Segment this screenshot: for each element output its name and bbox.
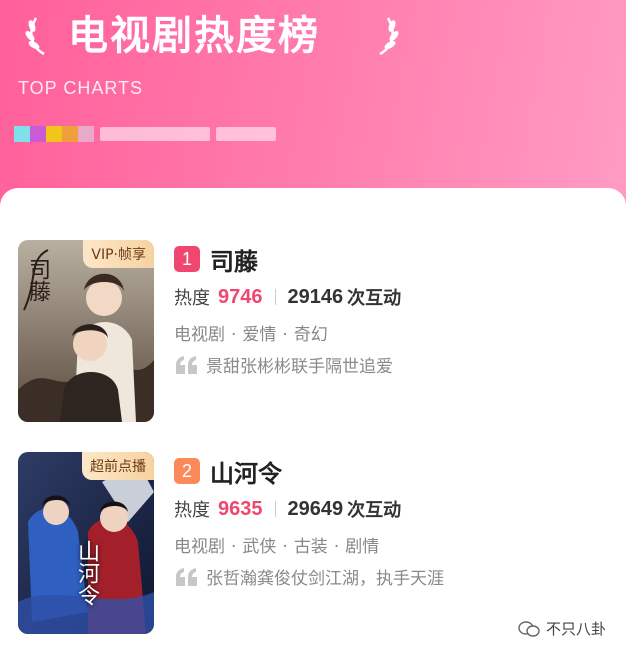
tag-separator: · xyxy=(231,325,237,345)
genre-tag: 武侠 xyxy=(242,537,277,557)
genre-tags: 电视剧 · 爱情 · 奇幻 xyxy=(174,320,328,345)
watermark: 不只八卦 xyxy=(518,618,606,639)
divider xyxy=(274,289,276,305)
ranking-list: 司藤 VIP·帧享 1 司藤 热度 9746 29146 次互动 电视剧 · 爱情 ·… xyxy=(0,188,626,657)
tag-separator: · xyxy=(282,325,288,345)
tag-separator: · xyxy=(333,537,340,557)
tag-separator: · xyxy=(282,537,288,557)
watermark-text: 不只八卦 xyxy=(545,620,606,638)
heat-value: 9635 xyxy=(218,497,263,520)
rank-badge: 2 xyxy=(174,458,200,484)
tagline-text: 张哲瀚龚俊仗剑江湖，执手天涯 xyxy=(206,569,444,589)
tagline-text: 景甜张彬彬联手隔世追爱 xyxy=(206,357,393,377)
interaction-count: 29146 xyxy=(287,285,344,308)
page-title: 电视剧热度榜 xyxy=(68,13,320,59)
list-item[interactable]: 山河令 超前点播 2 山河令 热度 9635 29649 次互动 电视剧 · 武侠 ·… xyxy=(18,452,608,642)
heat-label: 热度 xyxy=(174,500,210,521)
tagline-row: 张哲瀚龚俊仗剑江湖，执手天涯 xyxy=(174,564,444,589)
divider xyxy=(274,501,276,517)
early-access-badge: 超前点播 xyxy=(82,452,154,480)
poster-image[interactable]: 司藤 VIP·帧享 xyxy=(18,240,154,422)
rank-badge: 1 xyxy=(174,246,200,272)
vip-badge: VIP·帧享 xyxy=(83,240,154,268)
list-item[interactable]: 司藤 VIP·帧享 1 司藤 热度 9746 29146 次互动 电视剧 · 爱情 ·… xyxy=(18,240,608,430)
interaction-label: 次互动 xyxy=(347,288,402,309)
genre-tag: 爱情 xyxy=(242,325,277,345)
poster-title-text: 山河令 xyxy=(74,540,99,606)
pixelated-brand-mosaic xyxy=(14,126,276,142)
poster-image[interactable]: 山河令 超前点播 xyxy=(18,452,154,634)
tag-separator: · xyxy=(231,537,237,557)
heat-value: 9746 xyxy=(218,285,263,308)
wechat-icon xyxy=(518,620,540,637)
genre-tags: 电视剧 · 武侠 · 古装 · 剧情 xyxy=(174,532,379,557)
quote-icon xyxy=(176,567,197,586)
interaction-count: 29649 xyxy=(287,497,344,520)
heat-label: 热度 xyxy=(174,288,210,309)
heat-row: 热度 9635 29649 次互动 xyxy=(174,496,401,522)
heat-row: 热度 9746 29146 次互动 xyxy=(174,284,401,310)
genre-tag: 电视剧 xyxy=(174,537,225,557)
interaction-label: 次互动 xyxy=(347,500,402,521)
tagline-row: 景甜张彬彬联手隔世追爱 xyxy=(174,352,393,377)
show-title[interactable]: 山河令 xyxy=(210,454,282,489)
genre-tag: 奇幻 xyxy=(293,325,328,345)
quote-icon xyxy=(176,355,197,374)
page-subtitle: TOP CHARTS xyxy=(18,78,144,98)
poster-title-text: 司藤 xyxy=(25,258,50,302)
show-title[interactable]: 司藤 xyxy=(210,242,258,277)
genre-tag: 古装 xyxy=(293,537,328,557)
genre-tag: 剧情 xyxy=(345,537,380,557)
laurel-left-icon xyxy=(25,17,45,56)
genre-tag: 电视剧 xyxy=(174,325,225,345)
laurel-right-icon xyxy=(379,17,399,56)
